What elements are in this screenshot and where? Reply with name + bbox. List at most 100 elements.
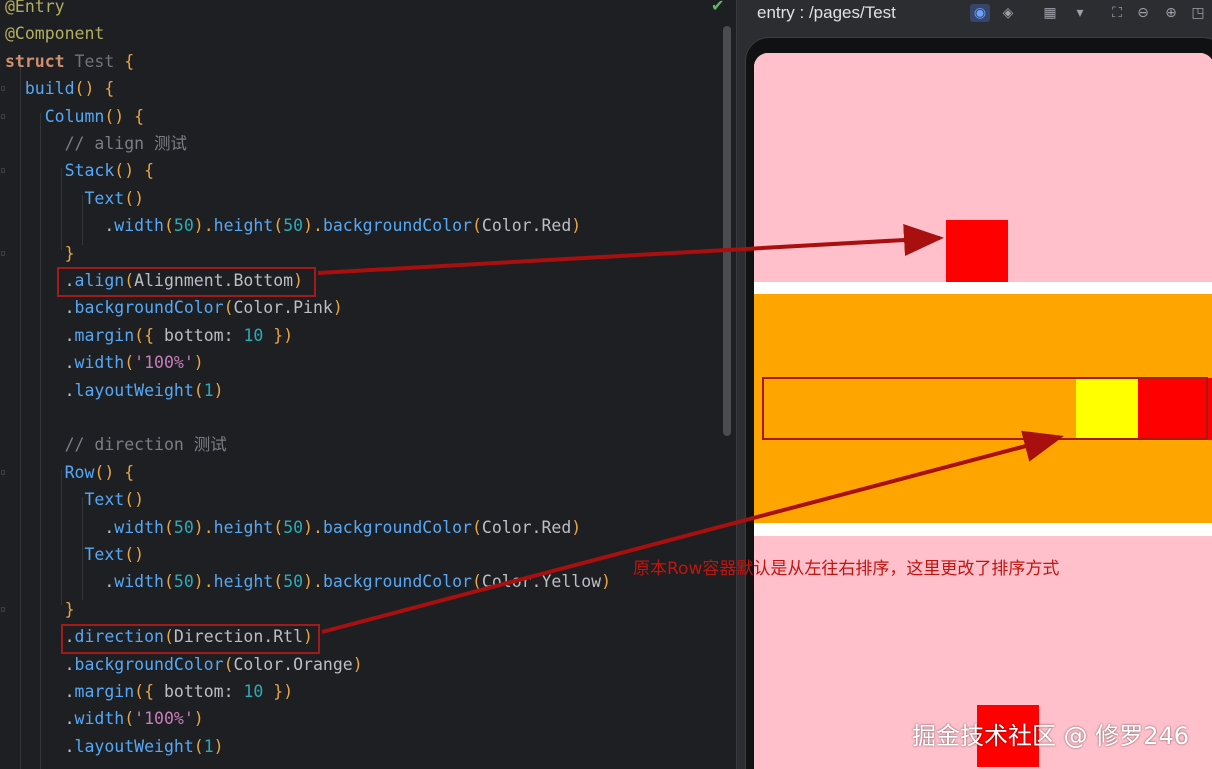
code-token: Color.Pink xyxy=(233,298,333,318)
code-token: ) xyxy=(193,709,204,729)
code-token: ( xyxy=(471,216,482,236)
code-token: 50 xyxy=(173,572,194,592)
code-line: .width(50).height(50).backgroundColor(Co… xyxy=(5,212,581,239)
code-line: @Entry xyxy=(5,0,65,20)
code-token: width xyxy=(74,353,125,373)
code-token: Color.Red xyxy=(481,216,572,236)
code-token: Color.Orange xyxy=(233,654,353,674)
code-token: ( xyxy=(223,298,234,318)
code-token: ( xyxy=(273,517,284,537)
code-token: ( xyxy=(273,216,284,236)
code-token: 10 xyxy=(243,682,264,701)
highlight-direction-line xyxy=(61,624,320,654)
inspect-icon[interactable]: ◉ xyxy=(970,4,990,22)
code-line: .width('100%') xyxy=(5,705,204,732)
code-line: .margin({ bottom: 10 }) xyxy=(5,322,294,349)
code-line: .layoutWeight(1) xyxy=(5,733,224,760)
code-token: } xyxy=(5,243,75,263)
code-token: ( xyxy=(471,517,482,537)
code-token: ). xyxy=(193,572,214,592)
code-token: : xyxy=(223,325,244,345)
code-token: () { xyxy=(104,106,145,126)
vertical-scrollbar[interactable] xyxy=(723,26,731,436)
code-token: . xyxy=(5,216,115,236)
code-token: ( xyxy=(223,654,234,674)
code-token: . xyxy=(5,572,115,592)
red-text-box xyxy=(946,220,1008,282)
code-token: ({ xyxy=(134,682,164,701)
code-token: 50 xyxy=(173,216,194,236)
code-token: height xyxy=(213,216,274,236)
code-token: backgroundColor xyxy=(322,517,472,537)
code-token: ( xyxy=(163,517,174,537)
code-token: () { xyxy=(94,462,135,482)
code-line: Text() xyxy=(5,541,144,568)
grid-icon[interactable]: ▦ xyxy=(1040,4,1060,22)
code-token: . xyxy=(5,517,115,537)
code-token: '100%' xyxy=(134,709,194,729)
code-token: backgroundColor xyxy=(74,298,224,318)
highlight-row-result xyxy=(762,377,1208,440)
layers-icon[interactable]: ◈ xyxy=(998,4,1018,22)
code-editor[interactable]: ✔ ▫ ▫ ▫ ▫ ▫ ▫ @Entry @Component struct Test { b… xyxy=(0,0,736,769)
code-token: ) xyxy=(352,654,363,674)
code-token: // direction 测试 xyxy=(5,435,227,455)
code-token: . xyxy=(5,325,75,345)
code-line: } xyxy=(5,596,75,623)
code-token: ). xyxy=(303,216,323,236)
code-token: bottom xyxy=(163,325,224,345)
code-token: 10 xyxy=(243,325,264,345)
code-token: width xyxy=(114,572,164,592)
fit-window-icon[interactable]: ◳ xyxy=(1188,4,1208,22)
code-line: .backgroundColor(Color.Orange) xyxy=(5,651,363,678)
stack-align-bottom xyxy=(754,53,1212,282)
code-token: ( xyxy=(124,709,135,729)
code-token: Color.Red xyxy=(481,517,572,537)
code-token: }) xyxy=(263,682,294,701)
code-token: . xyxy=(5,298,75,318)
code-token: () { xyxy=(114,161,155,181)
code-token: ({ xyxy=(134,325,164,345)
code-token: height xyxy=(213,572,274,592)
code-line: // direction 测试 xyxy=(5,431,227,458)
code-token: 1 xyxy=(203,380,214,400)
code-token: backgroundColor xyxy=(322,572,472,592)
crop-icon[interactable]: ⛶ xyxy=(1107,4,1127,22)
code-token: width xyxy=(74,709,125,729)
code-token: // align 测试 xyxy=(5,134,188,153)
code-token: : xyxy=(223,682,244,701)
code-token: ( xyxy=(124,353,135,373)
code-line: .width('100%') xyxy=(5,349,204,376)
code-line: build() { xyxy=(5,75,114,102)
code-line: Column() { xyxy=(5,103,144,130)
code-token: () xyxy=(124,188,145,208)
code-token: layoutWeight xyxy=(74,736,194,756)
code-token: bottom xyxy=(163,682,224,701)
code-line: } xyxy=(5,240,75,267)
code-line: Row() { xyxy=(5,459,135,486)
zoom-in-icon[interactable]: ⊕ xyxy=(1161,4,1181,22)
code-token: () xyxy=(124,490,145,510)
code-token: ). xyxy=(193,517,214,537)
code-token: ). xyxy=(303,517,323,537)
code-line: .width(50).height(50).backgroundColor(Co… xyxy=(5,514,581,541)
code-token: 50 xyxy=(283,216,304,236)
code-token: Text xyxy=(5,545,125,564)
code-token: () xyxy=(124,545,145,564)
code-token: width xyxy=(114,216,164,236)
code-token: @Component xyxy=(5,24,105,44)
code-token: 50 xyxy=(283,517,304,537)
code-line: .backgroundColor(Color.Pink) xyxy=(5,294,343,321)
chevron-down-icon[interactable]: ▾ xyxy=(1070,4,1090,22)
code-token: . xyxy=(5,380,75,400)
code-token: ) xyxy=(332,298,343,318)
code-token: Row xyxy=(5,462,95,482)
code-token: . xyxy=(5,682,75,701)
code-token: ( xyxy=(193,380,204,400)
code-token: ( xyxy=(471,572,482,592)
code-token: 1 xyxy=(203,736,214,756)
zoom-out-icon[interactable]: ⊖ xyxy=(1133,4,1153,22)
code-token: margin xyxy=(74,325,135,345)
code-token: ) xyxy=(193,353,204,373)
code-token: ( xyxy=(193,736,204,756)
